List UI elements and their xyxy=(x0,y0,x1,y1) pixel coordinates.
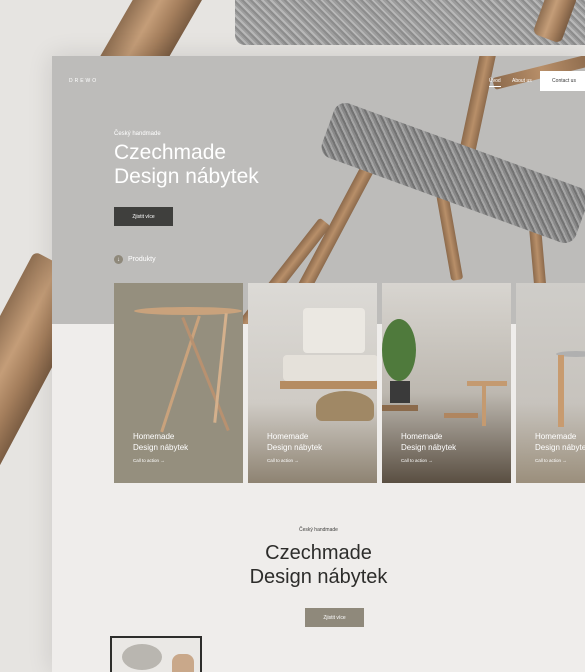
section-title: Czechmade Design nábytek xyxy=(52,541,585,589)
card-title-line-1: Homemade xyxy=(401,432,443,441)
contact-us-button[interactable]: Contact us xyxy=(540,71,585,91)
hero-title-line-2: Design nábytek xyxy=(114,165,259,188)
section-title-line-2: Design nábytek xyxy=(249,566,388,588)
nav-link-uvod[interactable]: Úvod xyxy=(489,78,501,87)
hero-title: Czechmade Design nábytek xyxy=(114,141,314,189)
hero-learn-more-button[interactable]: Zjistit více xyxy=(114,207,173,226)
hero-title-line-1: Czechmade xyxy=(114,141,227,164)
card-call-to-action[interactable]: Call to action → xyxy=(267,458,299,463)
brand-logo[interactable]: DREWO xyxy=(69,78,98,84)
section-learn-more-button[interactable]: Zjistit více xyxy=(305,608,364,627)
nav-link-about-us[interactable]: About us xyxy=(512,78,532,84)
card-title-line-2: Design nábytek xyxy=(401,443,457,452)
product-card[interactable]: Homemade Design nábytek Call to action → xyxy=(382,283,511,483)
card-call-to-action[interactable]: Call to action → xyxy=(133,458,165,463)
card-title: Homemade Design nábytek xyxy=(401,431,456,453)
card-title-line-2: Design nábytek xyxy=(267,443,323,452)
section-title-line-1: Czechmade xyxy=(265,542,372,564)
arrow-down-icon: ↓ xyxy=(114,255,123,264)
card-title: Homemade Design nábytek xyxy=(267,431,322,453)
card-call-to-action[interactable]: Call to action → xyxy=(401,458,433,463)
card-title: Homemade Design nábytek xyxy=(535,431,585,453)
card-title-line-1: Homemade xyxy=(535,432,577,441)
card-title: Homemade Design nábytek xyxy=(133,431,188,453)
website-mockup: DREWO Úvod About us Contact us Český han… xyxy=(52,56,585,672)
card-call-to-action[interactable]: Call to action → xyxy=(535,458,567,463)
section-eyebrow: Český handmade xyxy=(299,527,338,533)
produkty-link[interactable]: ↓ Produkty xyxy=(114,255,156,264)
product-card[interactable]: Homemade Design nábytek Call to action → xyxy=(114,283,243,483)
card-title-line-1: Homemade xyxy=(133,432,175,441)
card-title-line-2: Design nábytek xyxy=(133,443,189,452)
card-title-line-1: Homemade xyxy=(267,432,309,441)
card-title-line-2: Design nábytek xyxy=(535,443,585,452)
product-card[interactable]: Homemade Design nábytek Call to action → xyxy=(248,283,377,483)
produkty-label: Produkty xyxy=(128,256,156,263)
hero-eyebrow: Český handmade xyxy=(114,131,161,137)
product-card[interactable]: Homemade Design nábytek Call to action → xyxy=(516,283,585,483)
preview-image xyxy=(110,636,202,672)
